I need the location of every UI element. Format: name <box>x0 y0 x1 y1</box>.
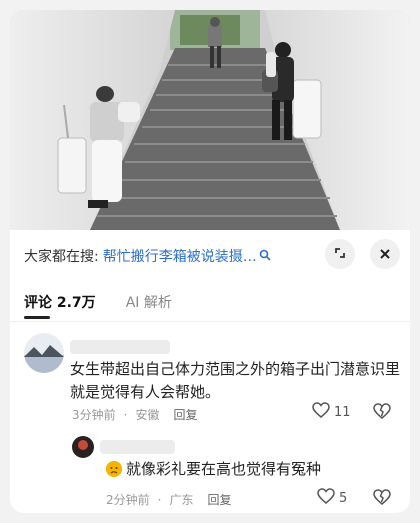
reply-reply-button[interactable]: 回复 <box>207 493 231 507</box>
broken-heart-icon <box>373 489 391 509</box>
staircase-photo-illustration <box>10 10 410 230</box>
reply-time: 2分钟前 <box>106 493 150 507</box>
avatar[interactable] <box>24 333 64 373</box>
reply-text: 就像彩礼要在高也觉得有冤种 <box>126 460 322 478</box>
close-icon <box>379 245 391 264</box>
reply-like-count: 5 <box>339 490 348 506</box>
broken-heart-icon <box>373 403 391 423</box>
comment-time: 3分钟前 <box>72 408 116 422</box>
reply-location: 广东 <box>169 493 194 507</box>
like-button[interactable]: 11 <box>312 402 351 422</box>
username-redacted <box>70 340 170 354</box>
post-photo[interactable] <box>10 10 410 230</box>
close-button[interactable] <box>370 239 400 269</box>
sad-face-emoji-icon <box>106 461 122 477</box>
search-query-link[interactable]: 帮忙搬行李箱被说装摄… <box>103 246 257 266</box>
reply-like-button[interactable]: 5 <box>317 488 347 508</box>
comment-location: 安徽 <box>135 408 160 422</box>
reply-button[interactable]: 回复 <box>173 408 197 422</box>
search-icon[interactable] <box>259 246 273 261</box>
search-prefix-label: 大家都在搜: <box>24 249 99 265</box>
reply-comment-text: 就像彩礼要在高也觉得有冤种 <box>106 458 396 481</box>
reply-avatar[interactable] <box>72 436 94 458</box>
like-count: 11 <box>334 404 351 420</box>
heart-outline-icon <box>312 402 334 422</box>
tab-ai-analysis[interactable]: AI 解析 <box>126 292 172 312</box>
reply-dislike-button[interactable] <box>373 489 391 509</box>
fullscreen-button[interactable] <box>325 239 355 269</box>
tab-comments[interactable]: 评论 2.7万 <box>24 292 96 312</box>
dislike-button[interactable] <box>373 403 391 423</box>
active-tab-indicator <box>24 316 50 319</box>
expand-icon <box>333 245 347 264</box>
comment-meta: 3分钟前 · 安徽 回复 <box>72 408 198 422</box>
reply-meta: 2分钟前 · 广东 回复 <box>106 493 232 507</box>
comment-card: 大家都在搜: 帮忙搬行李箱被说装摄… 评论 2.7万 AI 解析 女生带超出自己… <box>10 10 410 513</box>
comment-text: 女生带超出自己体力范围之外的箱子出门潜意识里就是觉得有人会帮她。 <box>70 360 401 401</box>
heart-outline-icon <box>317 488 339 508</box>
reply-username-redacted <box>100 440 175 454</box>
tab-bar: 评论 2.7万 AI 解析 <box>10 282 410 322</box>
